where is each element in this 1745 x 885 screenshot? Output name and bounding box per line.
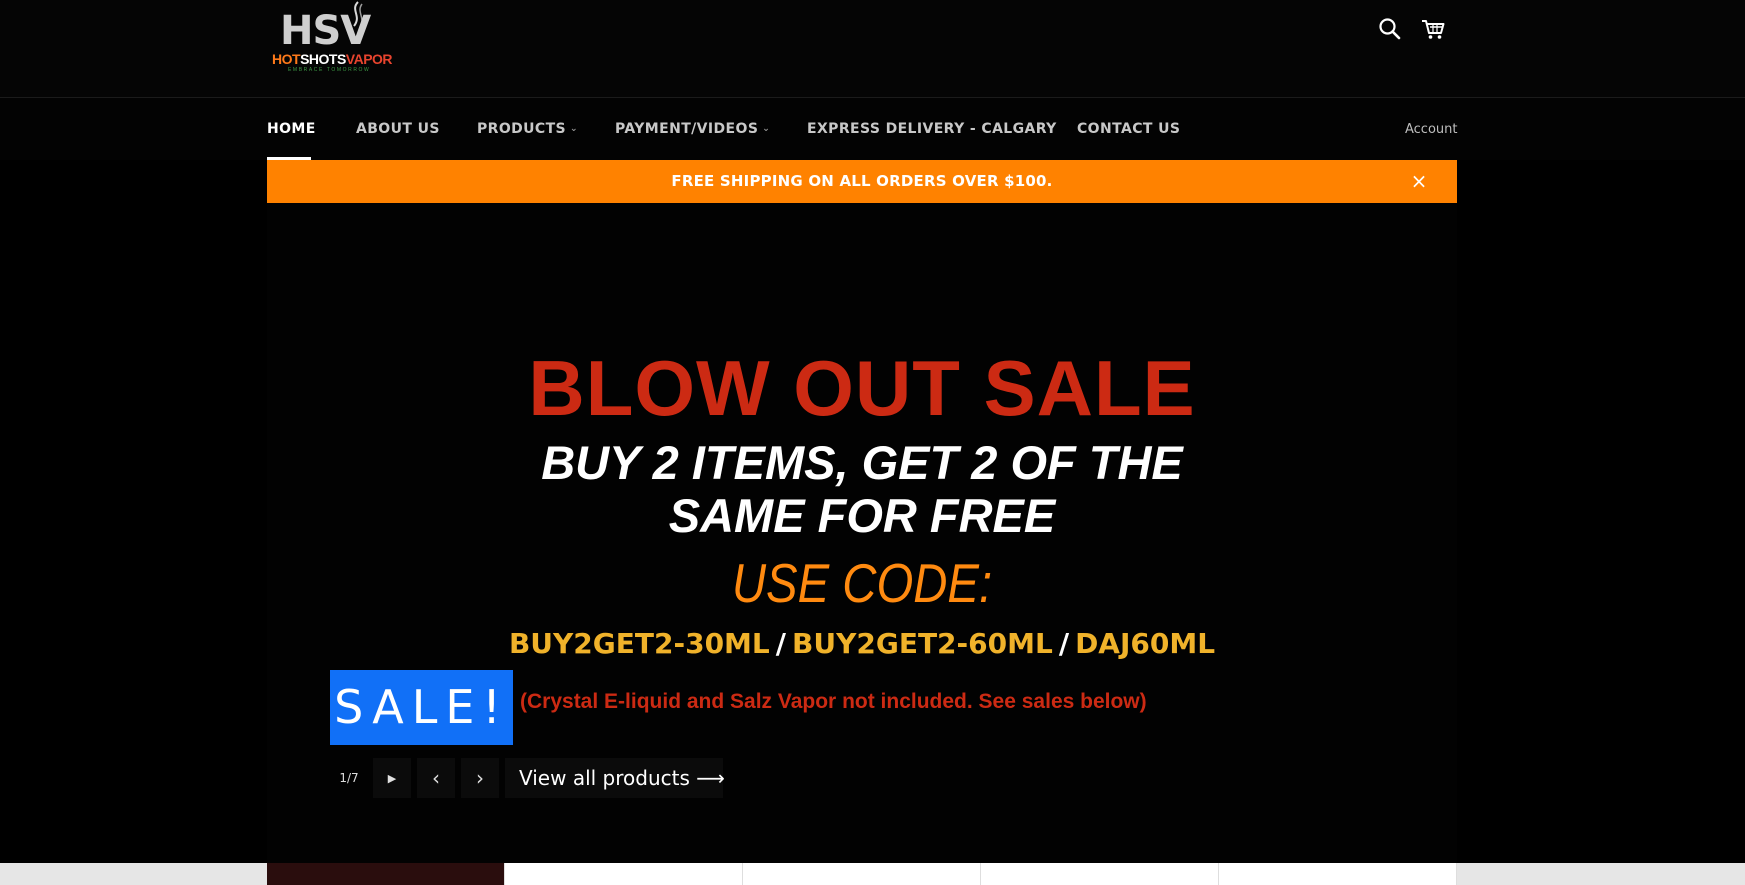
search-button[interactable] (1377, 16, 1403, 42)
logo-tagline: EMBRACE TOMORROW (288, 67, 371, 73)
cart-button[interactable] (1420, 16, 1446, 42)
nav-item-products[interactable]: PRODUCTS ⌄ (477, 121, 578, 137)
main-nav: HOME ABOUT US PRODUCTS ⌄ PAYMENT/VIDEOS ⌄ … (0, 98, 1745, 160)
collection-tile[interactable] (743, 863, 981, 885)
nav-item-express-delivery[interactable]: EXPRESS DELIVERY - CALGARY (807, 121, 1057, 137)
code-separator: / (1058, 627, 1070, 660)
hero-headline: BLOW OUT SALE (528, 344, 1196, 432)
code-separator: / (775, 627, 786, 660)
nav-item-payment-videos-label: PAYMENT/VIDEOS (615, 121, 759, 137)
nav-item-home[interactable]: HOME (267, 121, 316, 137)
nav-item-products-label: PRODUCTS (477, 121, 567, 137)
account-link[interactable]: Account (1405, 122, 1458, 137)
logo-mark: HSV (280, 8, 371, 54)
slideshow-prev-button[interactable]: ‹ (417, 758, 455, 798)
hero-promo-codes: BUY2GET2-30ML / BUY2GET2-60ML / DAJ60ML (267, 627, 1457, 660)
collection-tile[interactable] (1219, 863, 1457, 885)
announcement-text: FREE SHIPPING ON ALL ORDERS OVER $100. (671, 172, 1053, 190)
hero-offer: BUY 2 ITEMS, GET 2 OF THE SAME FOR FREE (267, 436, 1457, 542)
promo-code: BUY2GET2-30ML (508, 627, 770, 660)
collection-tile[interactable] (267, 863, 505, 885)
hero-slideshow: BLOW OUT SALE BUY 2 ITEMS, GET 2 OF THE … (267, 203, 1457, 863)
slideshow-play-button[interactable]: ▶ (373, 758, 411, 798)
site-header: HSV HOTSHOTSVAPOR EMBRACE TOMORROW (0, 0, 1745, 98)
close-icon[interactable]: × (1407, 169, 1431, 193)
hero-offer-line-1: BUY 2 ITEMS, GET 2 OF THE (541, 436, 1183, 489)
announcement-bar: FREE SHIPPING ON ALL ORDERS OVER $100. × (267, 160, 1457, 203)
nav-item-about-us[interactable]: ABOUT US (356, 121, 440, 137)
hero-use-code: USE CODE: (731, 552, 993, 614)
hero-exclusion-note: (Crystal E-liquid and Salz Vapor not inc… (520, 690, 1147, 713)
sale-badge-text: SALE! (334, 680, 509, 734)
chevron-down-icon: ⌄ (762, 124, 771, 134)
featured-collection-strip (0, 863, 1745, 885)
collection-tile[interactable] (981, 863, 1219, 885)
view-all-products-button[interactable]: View all products ⟶ (505, 758, 725, 798)
hero-offer-line-2: SAME FOR FREE (668, 489, 1056, 542)
nav-item-payment-videos[interactable]: PAYMENT/VIDEOS ⌄ (615, 121, 770, 137)
promo-code: BUY2GET2-60ML (792, 627, 1053, 660)
collection-tile[interactable] (505, 863, 743, 885)
search-icon (1379, 18, 1401, 40)
cart-icon (1422, 20, 1445, 39)
chevron-right-icon: › (476, 766, 484, 790)
slideshow-next-button[interactable]: › (461, 758, 499, 798)
site-logo[interactable]: HSV HOTSHOTSVAPOR EMBRACE TOMORROW (270, 0, 395, 78)
logo-wordmark: HOTSHOTSVAPOR (272, 51, 393, 67)
nav-item-contact-us[interactable]: CONTACT US (1077, 121, 1180, 137)
chevron-down-icon: ⌄ (570, 124, 578, 134)
promo-code: DAJ60ML (1075, 627, 1216, 660)
play-icon: ▶ (387, 772, 397, 785)
sale-badge: SALE! (330, 670, 513, 745)
chevron-left-icon: ‹ (432, 766, 440, 790)
slide-counter: 1/7 (339, 771, 359, 785)
